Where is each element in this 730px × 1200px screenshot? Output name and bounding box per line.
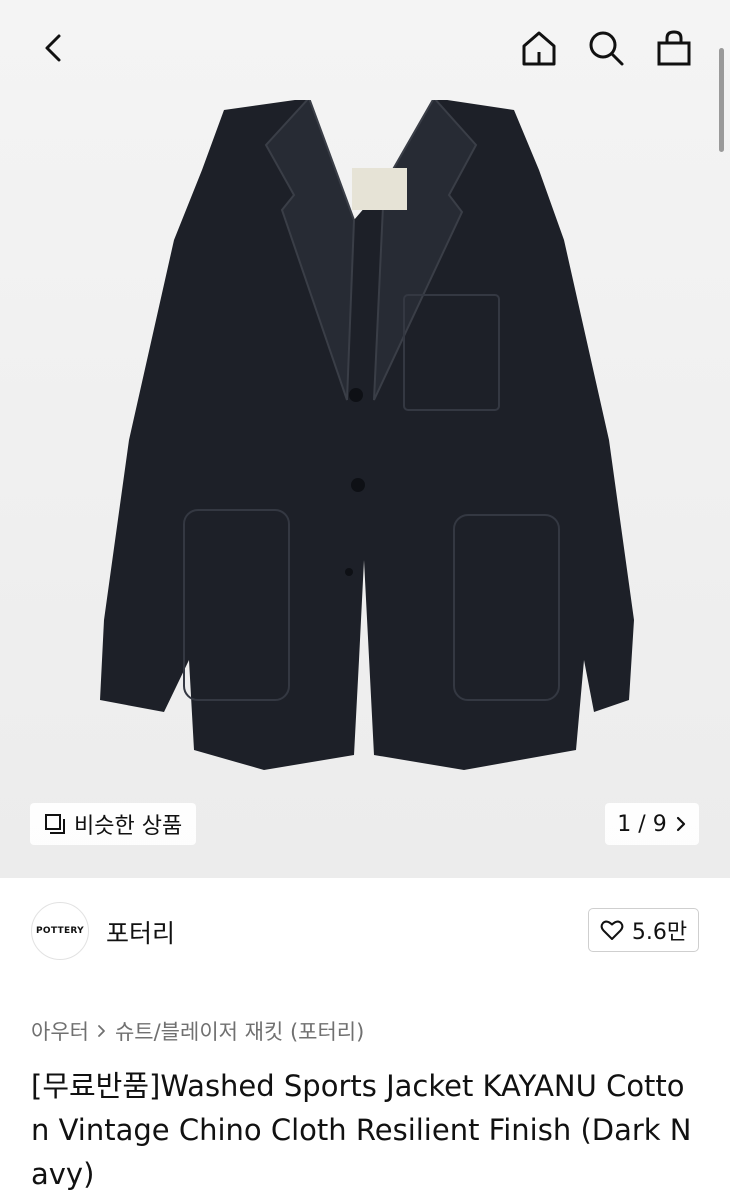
- home-button[interactable]: [515, 24, 563, 72]
- jacket-button-bottom: [345, 568, 353, 576]
- search-button[interactable]: [582, 24, 630, 72]
- breadcrumb-category[interactable]: 아우터: [31, 1016, 89, 1046]
- product-image[interactable]: [84, 100, 644, 780]
- breadcrumb: 아우터 슈트/블레이저 재킷 (포터리): [31, 1016, 364, 1046]
- cart-button[interactable]: [650, 24, 698, 72]
- breadcrumb-subcategory[interactable]: 슈트/블레이저 재킷 (포터리): [115, 1016, 364, 1046]
- back-button[interactable]: [30, 24, 78, 72]
- brand-row: POTTERY 포터리 5.6만: [0, 878, 730, 988]
- like-count: 5.6만: [631, 920, 688, 945]
- pager-text: 1 / 9: [617, 811, 667, 837]
- product-title: [무료반품]Washed Sports Jacket KAYANU Cotton…: [31, 1069, 692, 1191]
- chevron-left-icon: [45, 34, 61, 62]
- similar-products-button[interactable]: 비슷한 상품: [30, 803, 196, 845]
- brand-name[interactable]: 포터리: [106, 914, 175, 950]
- similar-products-label: 비슷한 상품: [74, 814, 183, 839]
- jacket-collar-label: [352, 168, 407, 210]
- jacket-button-middle: [351, 478, 365, 492]
- copy-icon: [45, 814, 65, 834]
- scrollbar[interactable]: [719, 48, 724, 152]
- jacket-button-top: [349, 388, 363, 402]
- image-pager[interactable]: 1 / 9: [605, 803, 699, 845]
- search-icon: [589, 31, 624, 66]
- chevron-right-icon: [98, 1025, 105, 1037]
- brand-logo[interactable]: POTTERY: [31, 902, 89, 960]
- shopping-bag-icon: [657, 30, 691, 66]
- chevron-right-icon: [676, 816, 685, 832]
- like-button[interactable]: 5.6만: [588, 908, 699, 952]
- heart-icon: [600, 920, 624, 940]
- brand-logo-text: POTTERY: [36, 926, 84, 936]
- product-gallery[interactable]: 비슷한 상품 1 / 9: [0, 0, 730, 878]
- top-navigation-bar: [0, 0, 730, 96]
- home-icon: [522, 31, 556, 66]
